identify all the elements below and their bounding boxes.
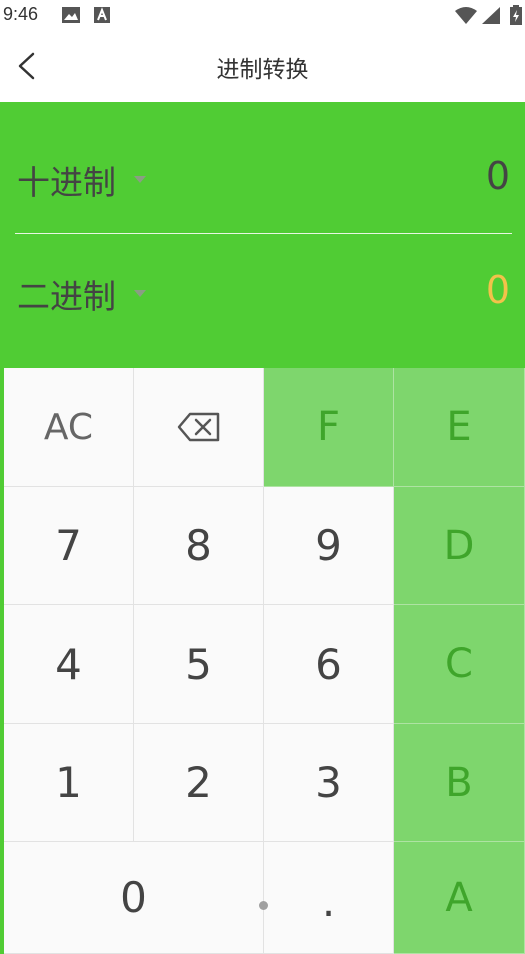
wifi-icon (455, 7, 477, 28)
status-bar: 9:46 (0, 0, 525, 30)
backspace-icon (177, 412, 219, 442)
to-value: 0 (485, 268, 510, 312)
page-title: 进制转换 (216, 57, 309, 83)
gallery-icon (62, 7, 80, 27)
converter-panel: 十进制 0 二进制 0 (0, 102, 525, 368)
panel-divider (15, 233, 512, 234)
key-b[interactable]: B (394, 724, 525, 842)
app-bar: 进制转换 (0, 30, 525, 102)
from-dropdown-caret-icon[interactable] (134, 176, 146, 183)
keypad: AC F E 7 8 9 D 4 5 6 C 1 2 3 B 0 . A (0, 368, 525, 954)
key-1[interactable]: 1 (4, 724, 134, 842)
key-8[interactable]: 8 (134, 487, 264, 605)
key-7[interactable]: 7 (4, 487, 134, 605)
key-decimal-point[interactable]: . (264, 842, 394, 954)
notification-app-icon (94, 7, 110, 27)
to-base-row: 二进制 0 (0, 235, 525, 350)
from-value: 0 (485, 154, 510, 198)
key-d[interactable]: D (394, 487, 525, 605)
signal-icon (482, 7, 500, 28)
key-e[interactable]: E (394, 368, 525, 487)
key-clear[interactable]: AC (4, 368, 134, 487)
from-base-row: 十进制 0 (0, 119, 525, 234)
battery-icon (510, 5, 522, 29)
key-0[interactable]: 0 (4, 842, 264, 954)
key-a[interactable]: A (394, 842, 525, 954)
key-5[interactable]: 5 (134, 605, 264, 724)
key-6[interactable]: 6 (264, 605, 394, 724)
to-dropdown-caret-icon[interactable] (134, 290, 146, 297)
key-3[interactable]: 3 (264, 724, 394, 842)
key-4[interactable]: 4 (4, 605, 134, 724)
nav-dot-indicator (259, 901, 268, 910)
to-base-selector[interactable]: 二进制 (17, 270, 116, 318)
status-time: 9:46 (3, 4, 39, 24)
from-base-selector[interactable]: 十进制 (17, 156, 116, 204)
key-f[interactable]: F (264, 368, 394, 487)
key-backspace[interactable] (134, 368, 264, 487)
key-9[interactable]: 9 (264, 487, 394, 605)
key-c[interactable]: C (394, 605, 525, 724)
key-2[interactable]: 2 (134, 724, 264, 842)
